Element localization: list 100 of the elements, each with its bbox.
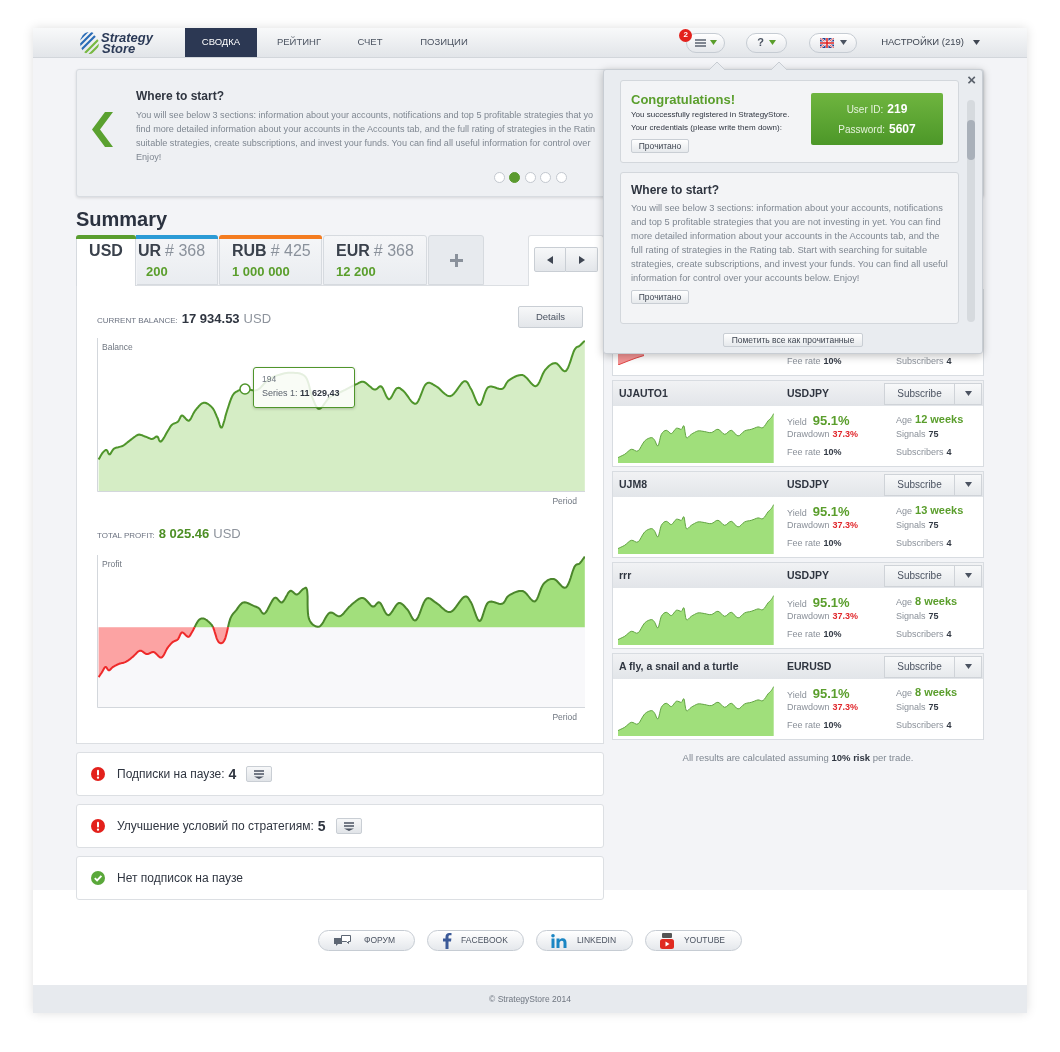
strategy-name: UJAUTO1 (618, 385, 669, 401)
flag-icon (819, 37, 834, 48)
stat-value: 12 weeks (915, 411, 964, 427)
strategy-name: A fly, a snail and a turtle (618, 658, 740, 674)
credential-value: 219 (887, 101, 908, 118)
prev-icon (547, 255, 553, 264)
stat-value: 8 weeks (915, 684, 958, 700)
stat-label: Signals (896, 428, 926, 441)
stat-value: 4 (946, 536, 952, 550)
subscribe-menu-button[interactable] (955, 382, 982, 405)
stat-label: Age (896, 413, 912, 427)
social-link[interactable]: FACEBOOK (427, 930, 524, 951)
caret-icon (839, 40, 847, 45)
next-button[interactable] (566, 247, 598, 272)
social-link[interactable]: YOUTUBE (645, 930, 742, 951)
stat-value: 10% (823, 354, 842, 368)
sparkline (618, 354, 644, 365)
account-tab[interactable]: USD (76, 235, 136, 286)
axis-label: Period (552, 496, 577, 506)
currency-pair: USDJPY (787, 385, 829, 401)
details-button[interactable]: Details (518, 306, 583, 328)
section-heading: Summary (76, 207, 169, 232)
stat-label: Fee rate (787, 536, 821, 550)
stat-value: 4 (946, 354, 952, 368)
prev-button[interactable] (534, 247, 566, 272)
results-note: All results are calculated assuming 10% risk per trade. (682, 751, 914, 765)
axis-label: Profit (102, 558, 122, 571)
stat-label: Drawdown (787, 428, 830, 441)
scrollbar-thumb[interactable] (967, 120, 975, 160)
stat-label: Age (896, 504, 912, 518)
stat-label: Subscribers (896, 354, 944, 368)
language-button[interactable] (809, 32, 858, 53)
stat-value: 10% (823, 718, 842, 732)
account-tab[interactable]: UR # 368 200 (137, 235, 218, 285)
stat-label: Drawdown (787, 701, 830, 714)
profit-currency: USD (213, 525, 241, 543)
subscribe-button[interactable]: Subscribe (884, 655, 955, 678)
mark-read-button[interactable]: Прочитано (631, 290, 689, 304)
stat-value: 10% (823, 536, 842, 550)
data-point-marker (239, 383, 251, 395)
nav-tab[interactable]: ПОЗИЦИИ (399, 28, 489, 57)
check-icon (91, 871, 105, 885)
caret-icon (964, 391, 972, 396)
list-button[interactable] (246, 766, 273, 782)
copyright-text: © StrategyStore 2014 (489, 992, 571, 1006)
account-tab[interactable]: RUB # 425 1 000 000 (219, 235, 322, 285)
close-button[interactable]: × (967, 71, 976, 89)
mark-all-read-button[interactable]: Пометить все как прочитанные (722, 333, 864, 347)
subscribe-menu-button[interactable] (955, 655, 982, 678)
notification-text: You successfully registered in StrategyStore. (631, 109, 790, 121)
list-button[interactable] (335, 818, 362, 834)
axis-label: Period (552, 712, 577, 722)
stat-label: Yield (787, 597, 807, 611)
stat-label: Subscribers (896, 536, 944, 550)
stat-value: 4 (946, 718, 952, 732)
caret-icon (769, 40, 776, 45)
nav-tab[interactable]: РЕЙТИНГ (257, 28, 341, 57)
linkedin-logo-icon (551, 933, 567, 948)
stat-value: 95.1% (812, 411, 850, 430)
social-link[interactable]: ФОРУМ (318, 930, 415, 951)
tooltip-series-value: Series 1: 11 629,43 (262, 387, 340, 399)
warning-icon (91, 767, 105, 781)
add-account-tab[interactable] (428, 235, 484, 285)
account-tab[interactable]: EUR # 368 12 200 (323, 235, 427, 285)
notification-badge: 2 (679, 28, 693, 42)
stat-label: Fee rate (787, 627, 821, 641)
subscribe-menu-button[interactable] (955, 473, 982, 496)
banner-text-line: suitable strategies, create subscriptions, and invest your funds. You can find all useful information for control over (136, 137, 591, 150)
subscribe-button[interactable]: Subscribe (884, 473, 955, 496)
caret-icon (964, 664, 972, 669)
list-icon (343, 821, 354, 831)
subscribe-button[interactable]: Subscribe (884, 382, 955, 405)
social-link[interactable]: LINKEDIN (536, 930, 633, 951)
stat-value: 75 (928, 610, 939, 623)
subscribe-button[interactable]: Subscribe (884, 564, 955, 587)
axis-label: Balance (102, 341, 133, 354)
subscribe-menu-button[interactable] (955, 564, 982, 587)
credential-label: Password: (838, 123, 885, 137)
notice-count: 4 (228, 764, 237, 784)
stat-value: 75 (928, 519, 939, 532)
stat-label: Signals (896, 519, 926, 532)
stat-value: 37.3% (832, 428, 859, 441)
stat-value: 95.1% (812, 593, 850, 612)
settings-menu[interactable]: НАСТРОЙКИ (219) (881, 35, 980, 50)
stat-value: 10% (823, 445, 842, 459)
notice-text: Улучшение условий по стратегиям: (117, 818, 314, 835)
currency-pair: EURUSD (787, 658, 832, 674)
nav-tab[interactable]: СЧЕТ (341, 28, 399, 57)
banner-title: Where to start? (136, 89, 225, 104)
notifications-button[interactable] (686, 32, 726, 53)
nav-tab[interactable]: СВОДКА (185, 28, 257, 57)
banner-text-line: find more detailed information about your accounts in the Accounts tab, and the full rating of strategies in the Ratin (136, 123, 595, 136)
scrollbar-track[interactable] (967, 100, 975, 322)
notification-text: Your credentials (please write them down): (631, 122, 782, 134)
profit-value: 8 025.46 (158, 525, 210, 543)
mark-read-button[interactable]: Прочитано (631, 139, 689, 153)
chevron-left-icon[interactable] (92, 112, 113, 147)
balance-currency: USD (243, 310, 272, 329)
help-button[interactable]: ? (746, 32, 788, 53)
stat-value: 37.3% (832, 610, 859, 623)
